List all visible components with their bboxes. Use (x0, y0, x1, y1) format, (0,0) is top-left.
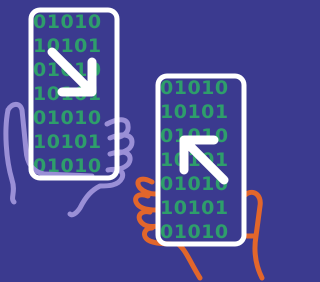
right-phone-binary: 01010 10101 01010 10101 01010 10101 0101… (160, 77, 229, 243)
left-phone-group: 01010 10101 01010 10101 01010 10101 0101… (3, 7, 135, 218)
left-binary-row: 10101 (33, 131, 102, 153)
right-binary-row: 10101 (160, 197, 229, 219)
data-transfer-illustration: 01010 10101 01010 10101 01010 10101 0101… (3, 7, 265, 281)
right-binary-row: 01010 (160, 221, 229, 243)
left-binary-row: 01010 (33, 11, 102, 33)
left-binary-row: 10101 (33, 35, 102, 57)
right-phone-group: 01010 10101 01010 10101 01010 10101 0101… (133, 73, 265, 281)
right-binary-row: 01010 (160, 77, 229, 99)
right-binary-row: 10101 (160, 101, 229, 123)
left-binary-row: 01010 (33, 107, 102, 129)
